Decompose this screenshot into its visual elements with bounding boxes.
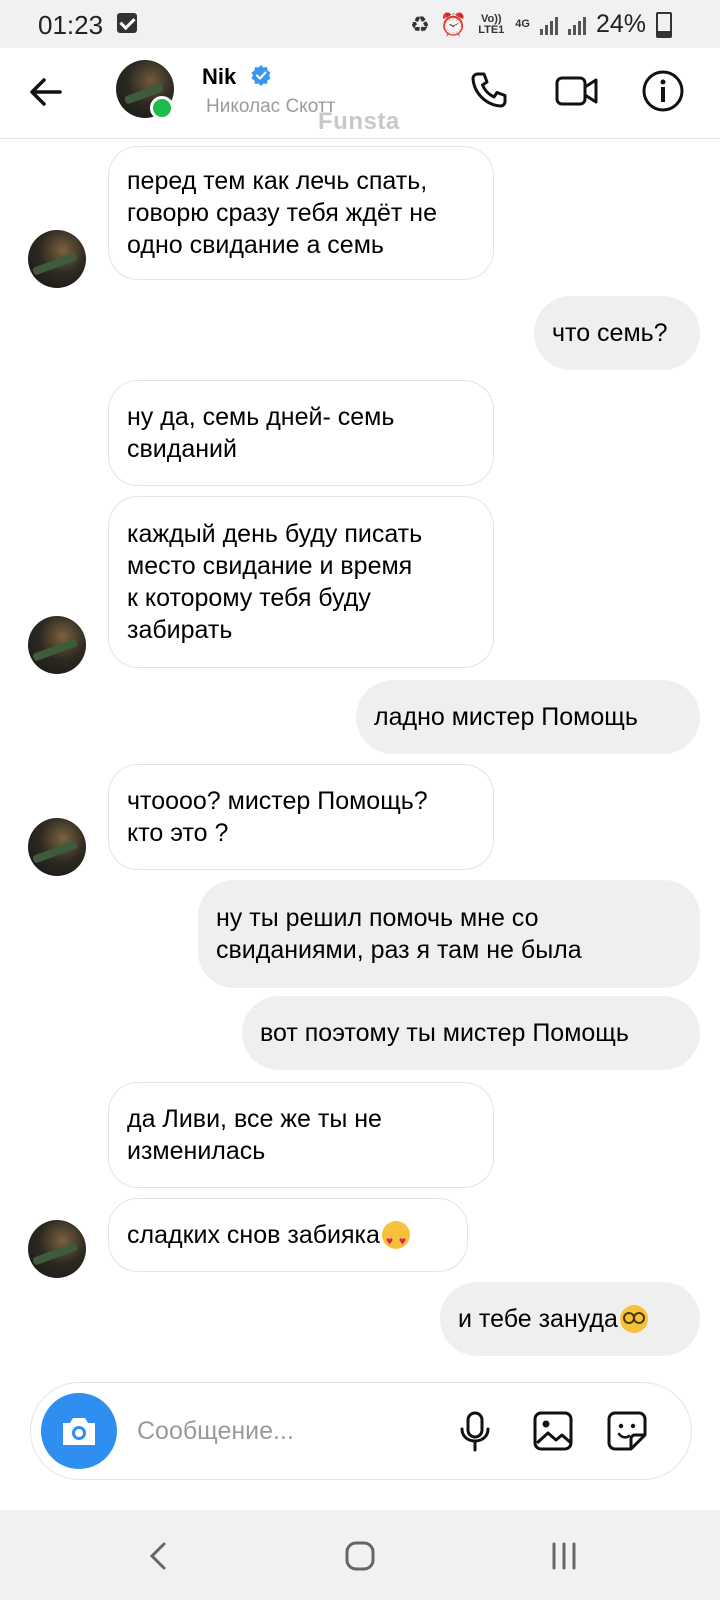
nav-back-icon[interactable]: [142, 1538, 178, 1574]
online-status-dot: [150, 96, 174, 120]
message-bubble-incoming[interactable]: да Ливи, все же ты не изменилась: [108, 1082, 494, 1188]
message-text: вот поэтому ты мистер Помощь: [260, 1019, 629, 1047]
sticker-icon[interactable]: [605, 1409, 649, 1453]
sync-icon: ♻: [410, 11, 430, 37]
nav-home-icon[interactable]: [342, 1538, 378, 1574]
system-icons: ♻ ⏰ Vo)) LTE1 4G 24%: [410, 10, 672, 39]
status-bar: 01:23 ♻ ⏰ Vo)) LTE1 4G 24%: [0, 0, 720, 48]
volte-label: Vo)) LTE1: [478, 12, 505, 36]
nav-recents-icon[interactable]: [546, 1538, 582, 1574]
message-composer: Сообщение...: [30, 1382, 692, 1480]
message-bubble-outgoing[interactable]: что семь?: [534, 296, 700, 370]
message-bubble-outgoing[interactable]: ладно мистер Помощь: [356, 680, 700, 754]
nerd-face-emoji-icon: [619, 1305, 648, 1333]
camera-icon: [63, 1418, 95, 1445]
message-text: и тебе зануда: [458, 1305, 618, 1333]
message-text: ну да, семь дней- семь свиданий: [127, 403, 395, 463]
sender-avatar[interactable]: [28, 616, 86, 674]
contact-username: Николас Скотт: [206, 96, 336, 117]
message-text: перед тем как лечь спать, говорю сразу т…: [127, 167, 437, 259]
system-nav-bar: [0, 1510, 720, 1600]
verified-badge-icon: [251, 65, 271, 86]
gallery-icon[interactable]: [531, 1409, 575, 1453]
sender-avatar[interactable]: [28, 230, 86, 288]
battery-percent: 24%: [595, 10, 646, 38]
battery-icon: [656, 11, 672, 38]
sender-avatar[interactable]: [28, 818, 86, 876]
message-text: каждый день буду писать место свидание и…: [127, 520, 423, 644]
message-text: что семь?: [552, 319, 668, 347]
message-text: чтоооо? мистер Помощь? кто это ?: [127, 787, 428, 847]
message-bubble-outgoing[interactable]: ну ты решил помочь мне со свиданиями, ра…: [198, 880, 700, 988]
notification-check-icon: [117, 13, 137, 33]
message-bubble-incoming[interactable]: сладких снов забияка: [108, 1198, 468, 1272]
signal-icon-2: [567, 15, 586, 35]
message-bubble-outgoing[interactable]: вот поэтому ты мистер Помощь: [242, 996, 700, 1070]
message-input[interactable]: Сообщение...: [137, 1417, 294, 1446]
watermark-text: Funsta: [318, 108, 400, 135]
message-bubble-incoming[interactable]: чтоооо? мистер Помощь? кто это ?: [108, 764, 494, 870]
alarm-icon: ⏰: [439, 11, 468, 37]
heart-eyes-emoji-icon: [381, 1221, 410, 1257]
message-text: ладно мистер Помощь: [374, 703, 638, 731]
video-call-icon[interactable]: [554, 68, 600, 114]
contact-name[interactable]: Nik: [202, 64, 236, 90]
signal-icon: [539, 15, 558, 35]
network-label: 4G: [515, 18, 530, 30]
status-time: 01:23: [38, 10, 104, 40]
message-text: сладких снов забияка: [127, 1221, 380, 1249]
message-text: ну ты решил помочь мне со свиданиями, ра…: [216, 904, 582, 964]
camera-button[interactable]: [41, 1393, 117, 1469]
microphone-icon[interactable]: [453, 1409, 497, 1453]
chat-header: Nik Николас Скотт Funsta: [0, 48, 720, 139]
sender-avatar[interactable]: [28, 1220, 86, 1278]
message-bubble-incoming[interactable]: ну да, семь дней- семь свиданий: [108, 380, 494, 486]
info-icon[interactable]: [640, 68, 686, 114]
message-text: да Ливи, все же ты не изменилась: [127, 1105, 382, 1165]
back-arrow-icon[interactable]: [26, 72, 66, 112]
phone-call-icon[interactable]: [466, 68, 512, 114]
message-bubble-outgoing[interactable]: и тебе зануда: [440, 1282, 700, 1356]
message-bubble-incoming[interactable]: каждый день буду писать место свидание и…: [108, 496, 494, 668]
message-bubble-incoming[interactable]: перед тем как лечь спать, говорю сразу т…: [108, 146, 494, 280]
